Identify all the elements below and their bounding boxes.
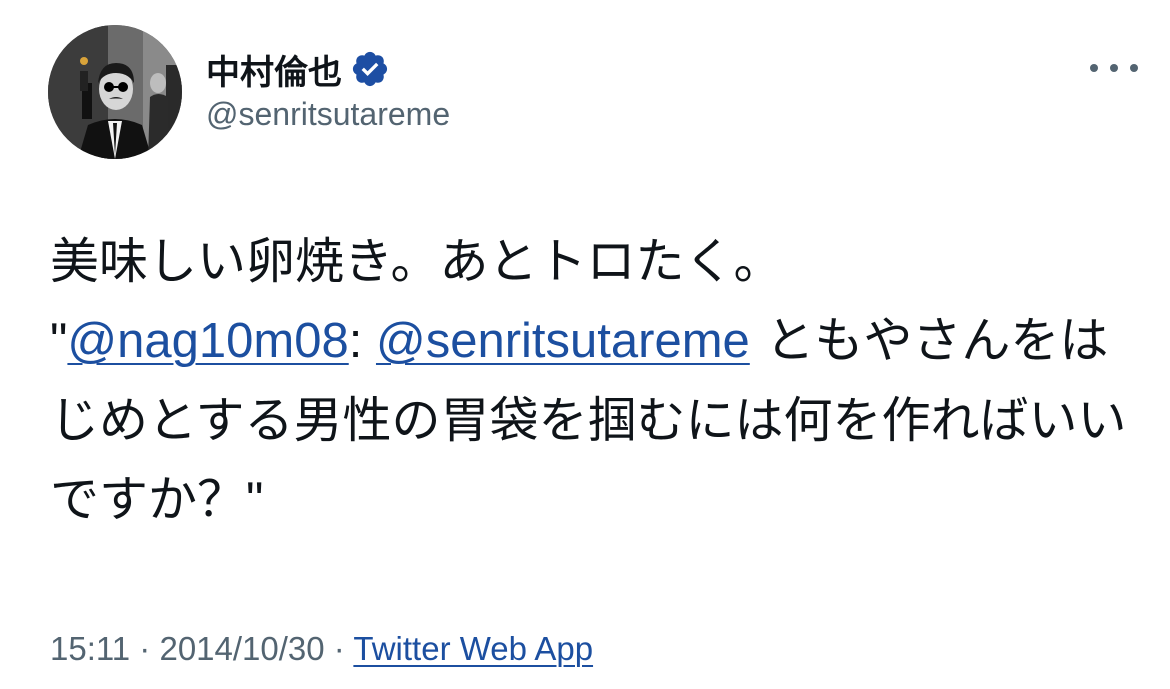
tweet-quote-body: "@nag10m08: @senritsutareme ともやさんをはじめとする… [50,301,1130,540]
quote-open-mark: " [50,314,68,368]
author-name-row: 中村倫也 [206,44,390,94]
tweet-text: 美味しい卵焼き。あとトロたく。 "@nag10m08: @senritsutar… [50,222,1130,540]
tweet-line-1: 美味しい卵焼き。あとトロたく。 [50,233,783,290]
meta-separator: · [324,630,354,667]
display-name[interactable]: 中村倫也 [206,45,342,94]
meta-separator: · [130,630,160,667]
mention-link-1[interactable]: @nag10m08 [67,314,348,368]
author-handle[interactable]: @senritsutareme [206,96,450,133]
quote-close-mark: " [246,473,264,527]
avatar[interactable] [48,25,182,159]
tweet-date[interactable]: 2014/10/30 [159,630,324,667]
tweet-meta: 15:11 · 2014/10/30 · Twitter Web App [50,630,593,668]
verified-badge-icon [352,51,388,87]
mention-link-2[interactable]: @senritsutareme [376,314,750,368]
more-options-button[interactable] [1090,52,1138,84]
avatar-image [48,25,182,159]
more-dot-icon [1090,64,1098,72]
mention-colon: : [348,314,376,368]
tweet-source-link[interactable]: Twitter Web App [353,630,593,667]
more-dot-icon [1130,64,1138,72]
tweet-time[interactable]: 15:11 [50,630,130,667]
more-dot-icon [1110,64,1118,72]
